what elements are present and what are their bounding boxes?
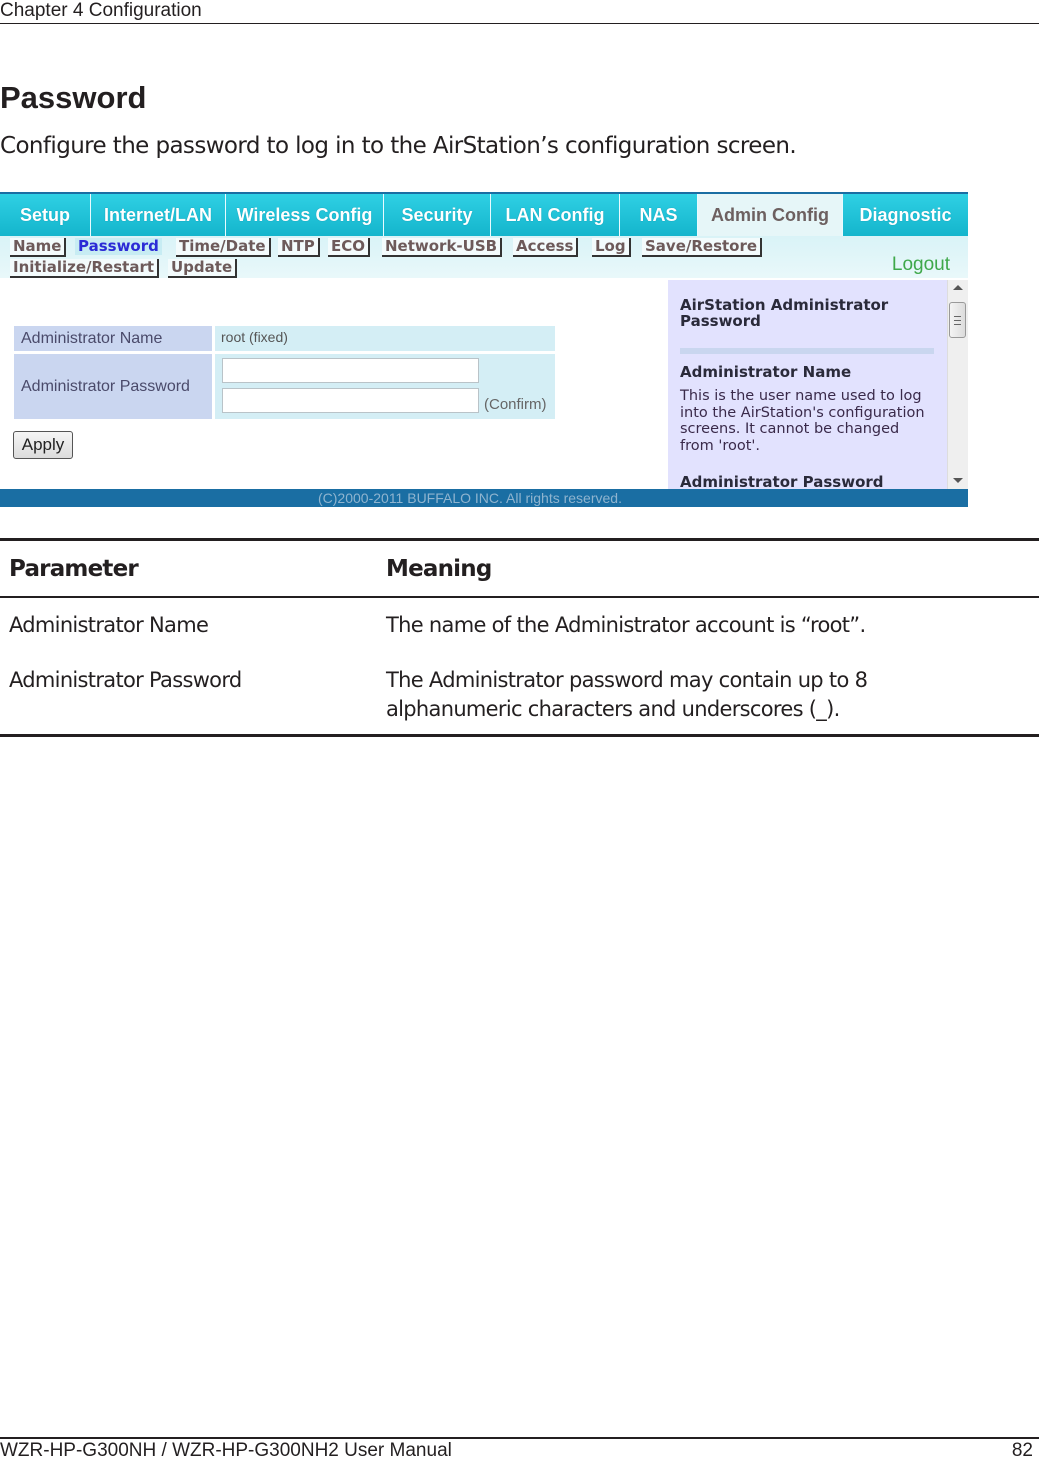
subnav-name[interactable]: Name <box>10 238 67 257</box>
section-intro: Configure the password to log in to the … <box>0 133 797 159</box>
header-parameter: Parameter <box>9 556 139 582</box>
tab-wireless-config[interactable]: Wireless Config <box>226 194 384 236</box>
confirm-label: (Confirm) <box>484 396 547 413</box>
copyright-text: (C)2000-2011 BUFFALO INC. All rights res… <box>318 490 622 506</box>
grip-icon <box>954 316 961 325</box>
screenshot-footer-bar: (C)2000-2011 BUFFALO INC. All rights res… <box>0 489 968 507</box>
tab-nas[interactable]: NAS <box>620 194 698 236</box>
ui-screenshot: Setup Internet/LAN Wireless Config Secur… <box>0 192 968 507</box>
settings-panel: Administrator Name root (fixed) Administ… <box>0 278 668 489</box>
section-title: Password <box>0 80 147 115</box>
help-admin-name-text: This is the user name used to log into t… <box>680 388 925 454</box>
main-tab-bar: Setup Internet/LAN Wireless Config Secur… <box>0 194 968 236</box>
table-bottom-rule <box>0 734 1039 737</box>
password-input[interactable] <box>222 358 479 383</box>
table-top-rule <box>0 538 1039 541</box>
subnav-ntp[interactable]: NTP <box>278 238 320 257</box>
subnav-update[interactable]: Update <box>168 259 238 278</box>
header-meaning: Meaning <box>386 556 492 582</box>
scroll-thumb[interactable] <box>949 302 966 338</box>
confirm-password-input[interactable] <box>222 388 479 413</box>
admin-name-value: root (fixed) <box>215 326 555 351</box>
admin-name-label: Administrator Name <box>14 326 212 351</box>
subnav-log[interactable]: Log <box>592 238 631 257</box>
scroll-up-arrow-icon[interactable] <box>953 285 963 290</box>
footer-divider <box>0 1437 1039 1439</box>
row-2-meaning: The Administrator password may contain u… <box>386 668 868 721</box>
tab-security[interactable]: Security <box>384 194 491 236</box>
scroll-down-arrow-icon[interactable] <box>953 478 963 483</box>
subnav-network-usb[interactable]: Network-USB <box>382 238 503 257</box>
help-admin-password-heading: Administrator Password <box>680 473 884 489</box>
help-admin-name-heading: Administrator Name <box>680 363 852 381</box>
subnav-save-restore[interactable]: Save/Restore <box>642 238 763 257</box>
sub-navigation: Name Password Time/Date NTP ECO Network-… <box>0 236 968 278</box>
help-panel: AirStation Administrator Password Admini… <box>668 280 947 489</box>
subnav-access[interactable]: Access <box>513 238 579 257</box>
row-1-meaning: The name of the Administrator account is… <box>386 613 866 637</box>
help-scrollbar[interactable] <box>947 280 968 489</box>
subnav-password[interactable]: Password <box>75 238 162 255</box>
admin-password-label: Administrator Password <box>14 354 212 419</box>
tab-admin-config[interactable]: Admin Config <box>698 194 843 236</box>
row-1-parameter: Administrator Name <box>9 613 209 637</box>
subnav-initialize-restart[interactable]: Initialize/Restart <box>10 259 160 278</box>
tab-setup[interactable]: Setup <box>0 194 91 236</box>
chapter-header: Chapter 4 Configuration <box>0 0 202 21</box>
subnav-time-date[interactable]: Time/Date <box>176 238 271 257</box>
logout-link[interactable]: Logout <box>892 254 950 276</box>
apply-button[interactable]: Apply <box>13 431 73 459</box>
tab-diagnostic[interactable]: Diagnostic <box>843 194 968 236</box>
help-divider <box>680 348 934 354</box>
header-divider <box>0 23 1039 24</box>
tab-internet-lan[interactable]: Internet/LAN <box>91 194 226 236</box>
help-title: AirStation Administrator Password <box>680 296 889 330</box>
subnav-eco[interactable]: ECO <box>328 238 371 257</box>
table-header-rule <box>0 596 1039 598</box>
row-2-parameter: Administrator Password <box>9 668 242 692</box>
tab-lan-config[interactable]: LAN Config <box>491 194 620 236</box>
